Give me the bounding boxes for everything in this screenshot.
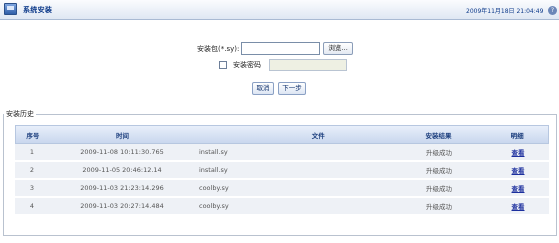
row-time: 2009-11-03 20:27:14.484 bbox=[80, 202, 164, 210]
column-header-no: 序号 bbox=[26, 131, 40, 140]
page-title: 系统安装 bbox=[23, 6, 53, 14]
password-checkbox[interactable] bbox=[219, 61, 227, 69]
view-detail-link[interactable]: 查看 bbox=[512, 203, 525, 211]
password-label: 安装密码 bbox=[233, 61, 261, 69]
table-row: 1 2009-11-08 10:11:30.765 install.sy 升级成… bbox=[15, 144, 549, 162]
row-time: 2009-11-05 20:46:12.14 bbox=[82, 166, 162, 174]
column-header-detail: 明细 bbox=[510, 131, 524, 140]
column-header-result: 安装结果 bbox=[425, 131, 452, 140]
row-file: install.sy bbox=[199, 166, 228, 174]
row-no: 3 bbox=[29, 184, 35, 192]
package-file-input[interactable] bbox=[241, 42, 321, 55]
column-header-time: 时间 bbox=[116, 131, 130, 140]
row-result: 升级成功 bbox=[426, 185, 452, 193]
title-bar: 系统安装 2009年11月18日 21:04:49 ? bbox=[0, 0, 559, 20]
cancel-button[interactable]: 取消 bbox=[252, 82, 274, 95]
row-file: coolby.sy bbox=[199, 184, 229, 192]
row-time: 2009-11-03 21:23:14.296 bbox=[80, 184, 164, 192]
install-history-table: 序号 时间 文件 安装结果 明细 1 2009-11-08 10:11:30.7… bbox=[15, 125, 549, 216]
table-row: 2 2009-11-05 20:46:12.14 install.sy 升级成功… bbox=[15, 162, 549, 180]
row-file: install.sy bbox=[199, 148, 228, 156]
column-header-file: 文件 bbox=[311, 131, 325, 140]
table-row: 4 2009-11-03 20:27:14.484 coolby.sy 升级成功… bbox=[15, 198, 549, 216]
install-history-legend: 安装历史 bbox=[4, 109, 36, 119]
package-row: 安装包(*.sy): 浏览… bbox=[197, 42, 353, 55]
view-detail-link[interactable]: 查看 bbox=[512, 149, 525, 157]
install-history-group: 安装历史 序号 时间 文件 安装结果 明细 1 2009-11-08 10:11… bbox=[3, 109, 557, 236]
row-result: 升级成功 bbox=[426, 167, 452, 175]
view-detail-link[interactable]: 查看 bbox=[512, 185, 525, 193]
next-button[interactable]: 下一步 bbox=[278, 82, 306, 95]
table-header: 序号 时间 文件 安装结果 明细 bbox=[15, 125, 549, 144]
password-input[interactable] bbox=[269, 59, 347, 71]
row-result: 升级成功 bbox=[426, 203, 452, 211]
help-icon[interactable]: ? bbox=[548, 6, 557, 15]
row-file: coolby.sy bbox=[199, 202, 229, 210]
table-row: 3 2009-11-03 21:23:14.296 coolby.sy 升级成功… bbox=[15, 180, 549, 198]
row-time: 2009-11-08 10:11:30.765 bbox=[80, 148, 164, 156]
row-no: 2 bbox=[29, 166, 35, 174]
current-datetime: 2009年11月18日 21:04:49 bbox=[466, 8, 544, 15]
browse-button[interactable]: 浏览… bbox=[323, 42, 353, 55]
view-detail-link[interactable]: 查看 bbox=[512, 167, 525, 175]
row-no: 1 bbox=[29, 148, 35, 156]
package-label: 安装包(*.sy): bbox=[197, 44, 240, 53]
window-icon bbox=[4, 3, 17, 15]
password-row: 安装密码 bbox=[219, 59, 347, 71]
row-no: 4 bbox=[29, 202, 35, 210]
row-result: 升级成功 bbox=[426, 149, 452, 157]
